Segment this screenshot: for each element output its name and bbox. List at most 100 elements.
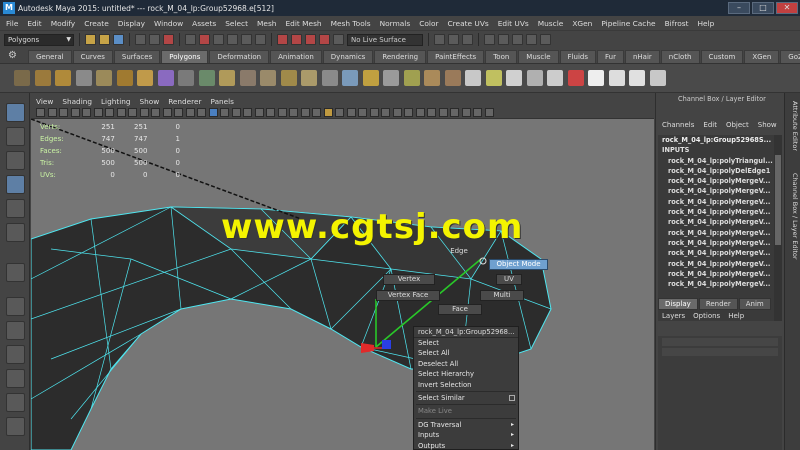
channel-box-input-node[interactable]: rock_M_04_lp:polyMergeV...: [658, 186, 774, 196]
shelf-tool-icon[interactable]: [342, 70, 358, 86]
channel-box-input-node[interactable]: rock_M_04_lp:polyMergeV...: [658, 269, 774, 279]
shelf-tool-icon[interactable]: [321, 70, 338, 86]
tab-fluids[interactable]: Fluids: [559, 50, 596, 63]
menu-mesh[interactable]: Mesh: [257, 19, 276, 28]
layer-row[interactable]: [662, 338, 778, 346]
viewport-toolbar-icon[interactable]: [162, 108, 172, 117]
shelf-tool-icon[interactable]: [444, 70, 461, 86]
layer-tab-render[interactable]: Render: [698, 298, 738, 310]
viewport-menu-show[interactable]: Show: [139, 97, 159, 106]
shelf-tool-icon[interactable]: [629, 70, 645, 86]
option-box-icon[interactable]: [509, 394, 515, 401]
side-by-side-layout-icon[interactable]: [6, 345, 25, 364]
viewport-toolbar-icon[interactable]: [151, 108, 160, 117]
lasso-tool-icon[interactable]: [6, 127, 25, 146]
channel-box-input-node[interactable]: rock_M_04_lp:polyMergeV...: [658, 197, 774, 207]
shelf-tool-icon[interactable]: [362, 70, 379, 86]
viewport-toolbar-icon[interactable]: [300, 108, 310, 117]
mask-icon[interactable]: [185, 34, 196, 45]
viewport-toolbar-icon[interactable]: [174, 108, 183, 117]
save-scene-icon[interactable]: [113, 34, 124, 45]
paint-select-icon[interactable]: [6, 151, 25, 170]
channel-box-scrollbar[interactable]: [774, 135, 782, 321]
viewport-toolbar-icon[interactable]: [473, 108, 482, 117]
menu-bifrost[interactable]: Bifrost: [665, 19, 689, 28]
menu-deselect-all[interactable]: Deselect All: [414, 359, 518, 369]
close-button[interactable]: ✕: [776, 2, 798, 14]
tab-deformation[interactable]: Deformation: [209, 50, 270, 63]
menu-create[interactable]: Create: [84, 19, 109, 28]
mask-joints-icon[interactable]: [213, 34, 224, 45]
viewport-toolbar-icon[interactable]: [254, 108, 264, 117]
shelf-tool-icon[interactable]: [178, 70, 194, 86]
shelf-tool-icon[interactable]: [75, 70, 92, 86]
viewport-menu-renderer[interactable]: Renderer: [168, 97, 201, 106]
channel-box-input-node[interactable]: rock_M_04_lp:polyMergeV...: [658, 238, 774, 248]
shelf-tool-icon[interactable]: [649, 70, 666, 86]
shelf-tool-icon[interactable]: [526, 70, 543, 86]
channel-box-input-node[interactable]: rock_M_04_lp:polyTriangul...: [658, 156, 774, 166]
marking-uv[interactable]: UV: [496, 274, 522, 285]
viewport-toolbar-icon[interactable]: [346, 108, 356, 117]
marking-vertex[interactable]: Vertex: [383, 274, 435, 285]
input-ops-icon[interactable]: [434, 34, 445, 45]
marking-object-mode[interactable]: Object Mode: [489, 259, 548, 270]
shelf-tool-icon[interactable]: [157, 70, 174, 86]
tab-fur[interactable]: Fur: [596, 50, 624, 63]
output-ops-icon[interactable]: [448, 34, 459, 45]
menu-edit[interactable]: Edit: [27, 19, 41, 28]
shelf-tool-icon[interactable]: [96, 70, 112, 86]
menu-file[interactable]: File: [6, 19, 18, 28]
shelf-tool-icon[interactable]: [506, 70, 522, 86]
shelf-tool-icon[interactable]: [14, 70, 30, 86]
marking-edge[interactable]: Edge: [444, 247, 474, 258]
channel-box-input-node[interactable]: rock_M_04_lp:polyMergeV...: [658, 207, 774, 217]
minimize-button[interactable]: –: [728, 2, 750, 14]
viewport-toolbar-icon[interactable]: [105, 108, 114, 117]
scale-tool-icon[interactable]: [6, 223, 25, 242]
menu-select[interactable]: Select: [414, 338, 518, 348]
shelf-tool-icon[interactable]: [55, 70, 71, 86]
shelf-tool-icon[interactable]: [301, 70, 317, 86]
shelf-tool-icon[interactable]: [34, 70, 51, 86]
menu-inputs[interactable]: Inputs ▸: [414, 430, 518, 440]
tab-nhair[interactable]: nHair: [624, 50, 660, 63]
tab-animation[interactable]: Animation: [270, 50, 322, 63]
tab-dynamics[interactable]: Dynamics: [322, 50, 374, 63]
shelf-tool-icon[interactable]: [383, 70, 399, 86]
marking-face[interactable]: Face: [438, 304, 482, 315]
viewport-toolbar-icon[interactable]: [404, 108, 413, 117]
menu-select-hierarchy[interactable]: Select Hierarchy: [414, 369, 518, 379]
snap-grid-icon[interactable]: [277, 34, 288, 45]
attribute-editor-tab[interactable]: Attribute Editor: [787, 101, 799, 151]
select-tool-icon[interactable]: [6, 103, 25, 122]
render-settings-icon[interactable]: [526, 34, 537, 45]
tab-gozbrush[interactable]: GoZBrush: [780, 50, 800, 63]
layer-tab-display[interactable]: Display: [658, 298, 698, 310]
hypershade-layout-icon[interactable]: [6, 417, 25, 436]
menu-select-all[interactable]: Select All: [414, 348, 518, 358]
snap-view-plane-icon[interactable]: [319, 34, 330, 45]
live-surface-field[interactable]: No Live Surface: [347, 33, 423, 46]
viewport-toolbar-icon[interactable]: [484, 108, 494, 117]
layer-menu-help[interactable]: Help: [728, 312, 744, 320]
viewport-toolbar-icon[interactable]: [93, 108, 103, 117]
menu-set-dropdown[interactable]: Polygons ▼: [4, 33, 74, 46]
construction-history-icon[interactable]: [462, 34, 473, 45]
viewport-toolbar-icon[interactable]: [139, 108, 149, 117]
shelf-tool-icon[interactable]: [219, 70, 235, 86]
viewport-toolbar-icon[interactable]: [220, 108, 229, 117]
menu-select[interactable]: Select: [225, 19, 248, 28]
shelf-tool-icon[interactable]: [137, 70, 153, 86]
viewport-toolbar-icon[interactable]: [128, 108, 137, 117]
viewport-toolbar-icon[interactable]: [197, 108, 206, 117]
viewport-toolbar-icon[interactable]: [243, 108, 252, 117]
tab-polygons[interactable]: Polygons: [161, 50, 209, 63]
channel-box-input-node[interactable]: rock_M_04_lp:polyMergeV...: [658, 279, 774, 289]
channel-box-input-node[interactable]: rock_M_04_lp:polyDelEdge1: [658, 166, 774, 176]
outliner-layout-icon[interactable]: [6, 369, 25, 388]
viewport-toolbar-icon[interactable]: [47, 108, 57, 117]
layer-row[interactable]: [662, 348, 778, 356]
menu-edit-uvs[interactable]: Edit UVs: [498, 19, 529, 28]
viewport-toolbar-icon[interactable]: [185, 108, 195, 117]
